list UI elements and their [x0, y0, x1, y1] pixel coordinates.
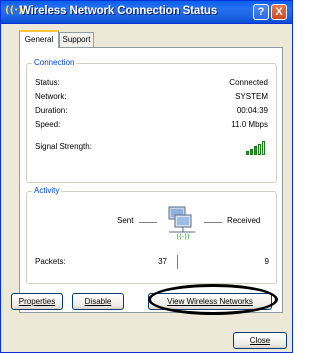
received-line [204, 222, 222, 223]
activity-legend: Activity [32, 186, 62, 196]
svg-text:((·)): ((·)) [176, 233, 189, 241]
network-row: Network: SYSTEM [35, 91, 268, 102]
highlight-ellipse [148, 284, 278, 315]
close-window-button[interactable]: X [271, 4, 287, 20]
speed-value: 11.0 Mbps [231, 120, 268, 129]
properties-button[interactable]: Properties [11, 293, 63, 310]
activity-group: Activity Sent ((·)) Received Packets: 37 [26, 186, 277, 284]
packets-label: Packets: [35, 257, 66, 266]
signal-row: Signal Strength: [35, 141, 268, 152]
packets-divider [177, 255, 178, 269]
received-label: Received [227, 216, 261, 225]
help-button[interactable]: ? [253, 4, 269, 20]
status-value: Connected [229, 78, 268, 87]
status-row: Status: Connected [35, 77, 268, 88]
disable-button[interactable]: Disable [72, 293, 124, 310]
sent-line [139, 222, 157, 223]
sent-label: Sent [117, 216, 134, 225]
title-bar[interactable]: ((·)) Wireless Network Connection Status… [1, 1, 292, 24]
network-value: SYSTEM [235, 92, 268, 101]
tab-support[interactable]: Support [59, 32, 94, 47]
close-label: Close [249, 336, 271, 345]
duration-row: Duration: 00:04:39 [35, 105, 268, 116]
close-button[interactable]: Close [233, 332, 287, 349]
duration-label: Duration: [35, 106, 68, 115]
speed-label: Speed: [35, 120, 61, 129]
packets-received-value: 9 [264, 257, 269, 266]
status-dialog: ((·)) Wireless Network Connection Status… [0, 0, 293, 353]
signal-label: Signal Strength: [35, 142, 92, 151]
signal-strength-icon [246, 141, 266, 155]
general-panel: Connection Status: Connected Network: SY… [19, 47, 283, 313]
tab-general[interactable]: General [19, 30, 59, 48]
wireless-icon: ((·)) [5, 5, 28, 16]
network-activity-icon: ((·)) [165, 205, 199, 241]
network-label: Network: [35, 92, 67, 101]
speed-row: Speed: 11.0 Mbps [35, 119, 268, 130]
window-title: Wireless Network Connection Status [20, 5, 218, 17]
duration-value: 00:04:39 [236, 106, 268, 115]
connection-legend: Connection [32, 58, 77, 68]
packets-sent-value: 37 [158, 257, 167, 266]
disable-label: Disable [84, 297, 112, 306]
connection-group: Connection Status: Connected Network: SY… [26, 58, 277, 183]
status-label: Status: [35, 78, 60, 87]
properties-label: Properties [18, 297, 56, 306]
